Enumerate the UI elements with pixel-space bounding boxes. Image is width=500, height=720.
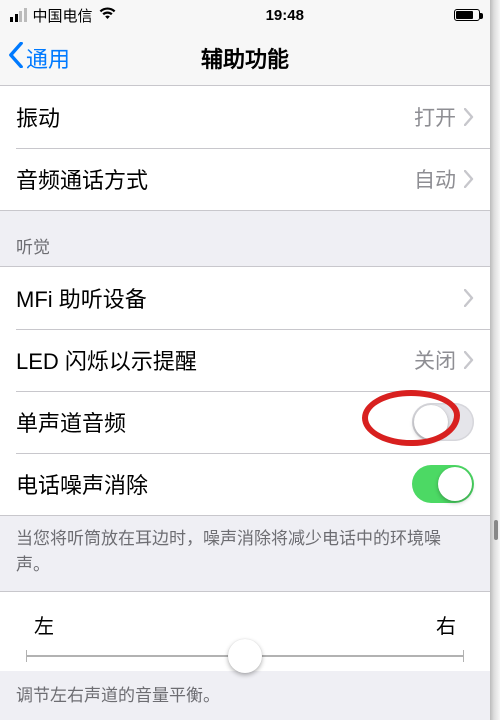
balance-slider[interactable]	[228, 639, 262, 673]
cell-led-flash[interactable]: LED 闪烁以示提醒 关闭	[0, 329, 490, 391]
chevron-right-icon	[464, 170, 474, 188]
group-hearing: MFi 助听设备 LED 闪烁以示提醒 关闭 单声道音频 电话噪声消除	[0, 266, 490, 516]
cell-vibration[interactable]: 振动 打开	[0, 86, 490, 148]
footer-balance: 调节左右声道的音量平衡。	[0, 671, 490, 709]
chevron-left-icon	[8, 42, 24, 74]
chevron-right-icon	[464, 108, 474, 126]
chevron-right-icon	[464, 351, 474, 369]
cell-audio-balance: 左 右	[0, 591, 490, 671]
toggle-mono-audio[interactable]	[412, 403, 474, 441]
page-title: 辅助功能	[0, 42, 490, 74]
cell-label: 音频通话方式	[16, 163, 148, 195]
balance-slider-track	[26, 655, 464, 657]
battery-icon	[454, 9, 480, 21]
carrier-label: 中国电信	[33, 5, 93, 26]
toggle-phone-noise-cancellation[interactable]	[412, 465, 474, 503]
group-interaction: 振动 打开 音频通话方式 自动	[0, 86, 490, 211]
cell-value: 打开	[414, 102, 456, 132]
cell-label: 单声道音频	[16, 406, 126, 438]
section-header-hearing: 听觉	[0, 211, 490, 266]
back-label: 通用	[26, 42, 70, 74]
cell-label: MFi 助听设备	[16, 282, 147, 314]
cell-mono-audio: 单声道音频	[0, 391, 490, 453]
balance-left-label: 左	[34, 610, 54, 639]
back-button[interactable]: 通用	[8, 42, 70, 74]
screenshot-edge	[490, 0, 500, 720]
cell-call-audio-routing[interactable]: 音频通话方式 自动	[0, 148, 490, 210]
screen: 中国电信 19:48 通用 辅助功能 振动 打开 音频通话方	[0, 0, 490, 720]
clock: 19:48	[266, 7, 304, 24]
nav-bar: 通用 辅助功能	[0, 30, 490, 86]
wifi-icon	[99, 7, 116, 24]
cell-phone-noise-cancellation: 电话噪声消除	[0, 453, 490, 515]
status-bar: 中国电信 19:48	[0, 0, 490, 30]
balance-right-label: 右	[436, 610, 456, 639]
cell-mfi-hearing-devices[interactable]: MFi 助听设备	[0, 267, 490, 329]
cell-value: 关闭	[414, 345, 456, 375]
cell-value: 自动	[414, 164, 456, 194]
cell-label: LED 闪烁以示提醒	[16, 344, 197, 376]
cell-label: 电话噪声消除	[16, 468, 148, 500]
chevron-right-icon	[464, 289, 474, 307]
cell-label: 振动	[16, 101, 60, 133]
footer-noise-cancellation: 当您将听筒放在耳边时，噪声消除将减少电话中的环境噪声。	[0, 516, 490, 591]
cellular-signal-icon	[10, 8, 27, 22]
